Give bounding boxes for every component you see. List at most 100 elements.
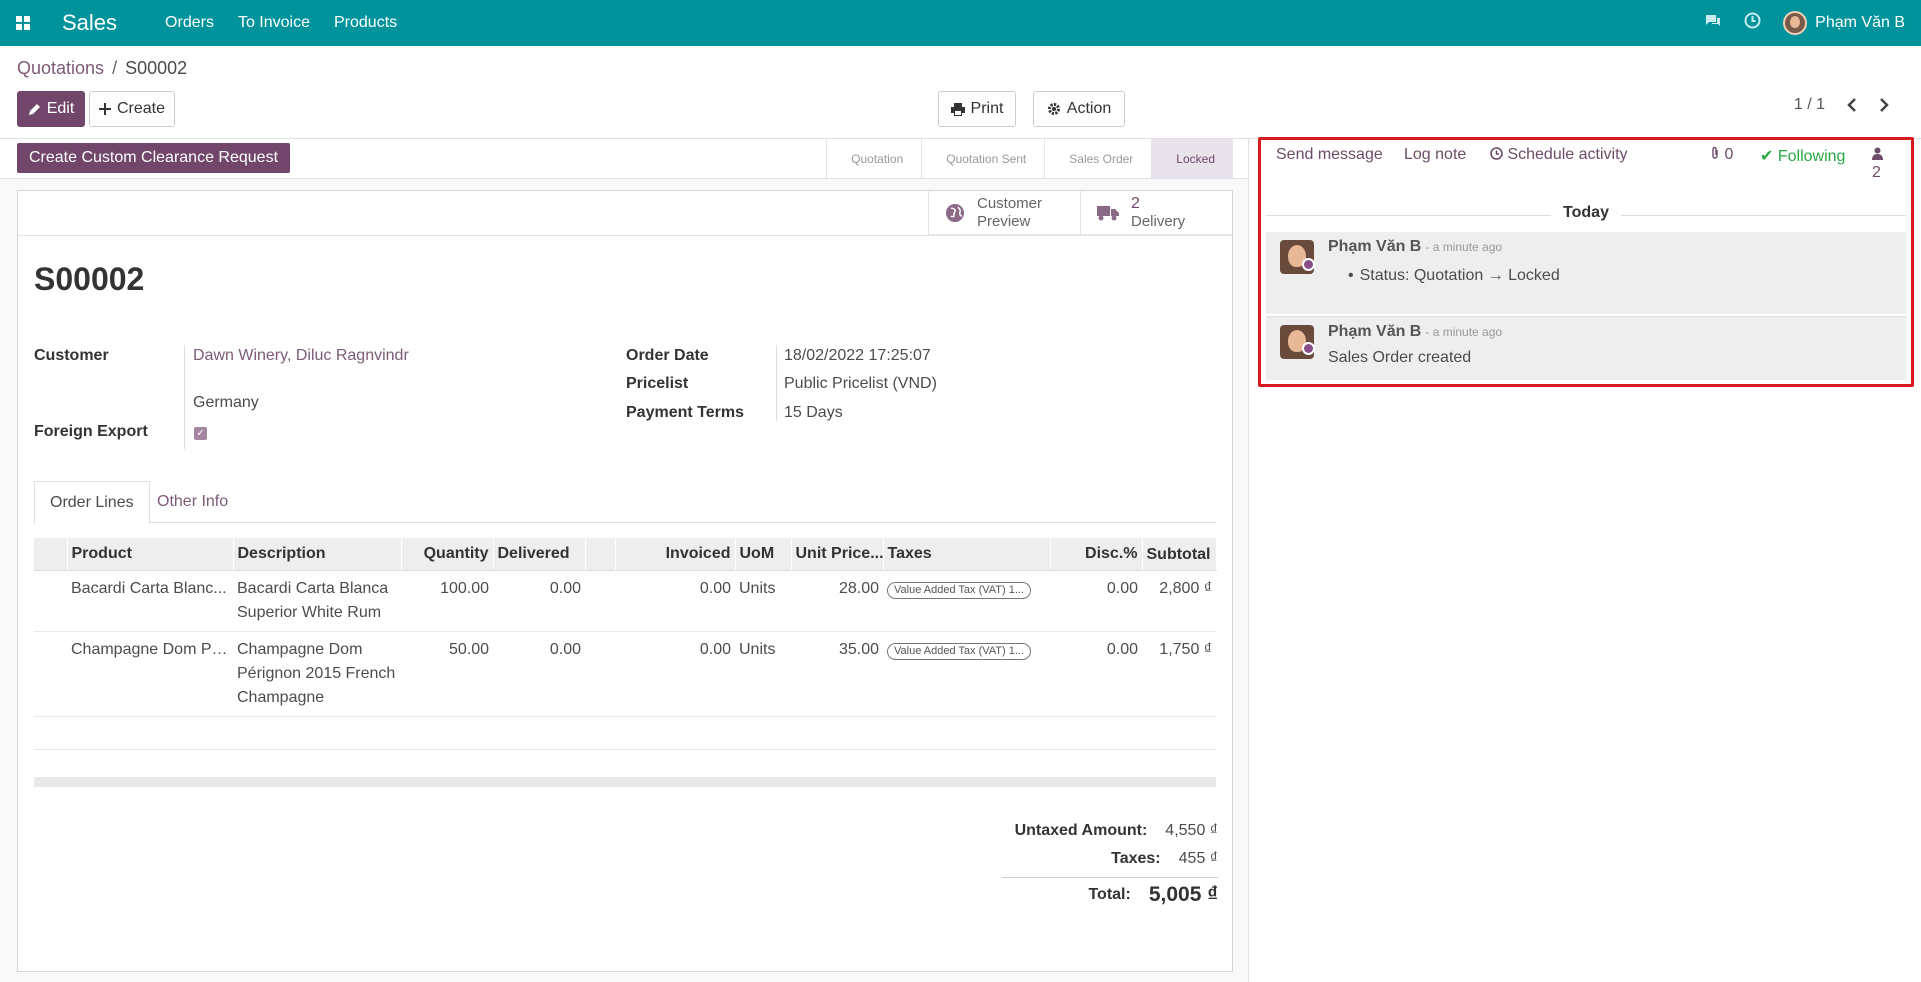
- menu-products[interactable]: Products: [334, 14, 397, 32]
- order-totals: Untaxed Amount: 4,550 ₫ Taxes: 455 ₫ Total…: [1002, 817, 1218, 912]
- gear-icon: [1047, 103, 1060, 115]
- pricelist-value: Public Pricelist (VND): [784, 375, 937, 392]
- delivery-label: Delivery: [1131, 213, 1186, 230]
- pencil-icon: [28, 103, 40, 115]
- breadcrumb-current: S00002: [125, 58, 188, 78]
- table-row[interactable]: Champagne Dom Pé... Champagne Dom Pérign…: [34, 631, 1216, 717]
- cell-subtotal: 2,800 ₫: [1142, 570, 1216, 632]
- order-name: S00002: [34, 261, 145, 297]
- foreign-export-label: Foreign Export: [34, 423, 148, 440]
- customer-preview-button[interactable]: Customer Preview: [928, 191, 1080, 235]
- cell-discount: 0.00: [1050, 570, 1142, 632]
- header-unit-price[interactable]: Unit Price...: [791, 538, 884, 571]
- table-header-row: Product Description Quantity Delivered I…: [34, 538, 1217, 571]
- form-sheet: Customer Preview 2 Delivery S00002 Custo…: [17, 190, 1233, 972]
- order-date-label: Order Date: [626, 347, 709, 364]
- delivery-button[interactable]: 2 Delivery: [1080, 191, 1232, 235]
- header-subtotal[interactable]: Subtotal ⋮: [1142, 538, 1217, 571]
- empty-row: [34, 716, 1216, 750]
- pager-value[interactable]: 1 / 1: [1794, 96, 1825, 114]
- pager: 1 / 1: [1794, 96, 1889, 114]
- chat-icon[interactable]: [1704, 13, 1722, 34]
- user-avatar: [1783, 11, 1808, 35]
- delivery-count: 2: [1131, 195, 1140, 212]
- taxes-label: Taxes:: [1111, 850, 1161, 867]
- cell-discount: 0.00: [1050, 631, 1142, 717]
- cell-delivered: 0.00: [493, 631, 585, 717]
- tax-badge: Value Added Tax (VAT) 1...: [887, 642, 1032, 660]
- header-product[interactable]: Product: [67, 538, 234, 571]
- plus-icon: [98, 103, 111, 115]
- cell-uom: Units: [735, 631, 791, 717]
- payment-terms-label: Payment Terms: [626, 404, 744, 421]
- total-label: Total:: [1088, 886, 1131, 903]
- header-description[interactable]: Description: [233, 538, 402, 571]
- payment-terms-value: 15 Days: [784, 404, 843, 421]
- printer-icon: [950, 102, 965, 116]
- table-row[interactable]: Bacardi Carta Blanc... Bacardi Carta Bla…: [34, 570, 1216, 632]
- customer-preview-line1: Customer: [977, 195, 1043, 212]
- globe-icon: [946, 204, 964, 222]
- table-horizontal-scrollbar[interactable]: [34, 777, 1216, 787]
- header-discount[interactable]: Disc.%: [1050, 538, 1143, 571]
- cell-description: Bacardi Carta Blanca Superior White Rum: [233, 570, 401, 632]
- untaxed-label: Untaxed Amount:: [1014, 822, 1148, 839]
- stage-quotation-sent: Quotation Sent: [921, 139, 1044, 178]
- cell-product: Bacardi Carta Blanc...: [67, 570, 233, 632]
- print-button[interactable]: Print: [938, 91, 1016, 127]
- order-lines-table: Product Description Quantity Delivered I…: [34, 538, 1217, 750]
- app-name[interactable]: Sales: [62, 10, 117, 36]
- menu-orders[interactable]: Orders: [165, 14, 214, 32]
- user-name: Phạm Văn B: [1815, 14, 1905, 31]
- notebook-tabs: Order Lines Other Info: [34, 481, 1216, 524]
- customer-preview-line2: Preview: [977, 213, 1031, 230]
- chevron-right-icon[interactable]: [1879, 98, 1889, 112]
- cell-description: Champagne Dom Pérignon 2015 French Champ…: [233, 631, 401, 717]
- cell-invoiced: 0.00: [615, 570, 735, 632]
- stage-locked: Locked: [1151, 139, 1233, 178]
- cell-unit-price: 35.00: [791, 631, 883, 717]
- cell-invoiced: 0.00: [615, 631, 735, 717]
- apps-grid-icon: [16, 16, 30, 30]
- menu-to-invoice[interactable]: To Invoice: [238, 14, 310, 32]
- taxes-value: 455 ₫: [1178, 850, 1218, 867]
- chevron-left-icon[interactable]: [1847, 98, 1857, 112]
- create-custom-clearance-button[interactable]: Create Custom Clearance Request: [17, 143, 291, 173]
- header-invoiced[interactable]: Invoiced: [615, 538, 736, 571]
- control-panel: Quotations / S00002 Edit Create Print Acti…: [0, 46, 1921, 139]
- breadcrumb: Quotations / S00002: [17, 58, 188, 78]
- header-delivered[interactable]: Delivered: [493, 538, 586, 571]
- cell-quantity: 50.00: [401, 631, 493, 717]
- untaxed-value: 4,550 ₫: [1165, 822, 1218, 839]
- user-menu[interactable]: Phạm Văn B: [1783, 11, 1905, 35]
- tab-other-info[interactable]: Other Info: [142, 481, 243, 523]
- customer-country: Germany: [193, 394, 259, 411]
- header-spacer: [585, 538, 616, 571]
- apps-menu-button[interactable]: [0, 0, 46, 46]
- customer-label: Customer: [34, 347, 109, 364]
- edit-button[interactable]: Edit: [17, 91, 85, 127]
- highlight-box: [1258, 137, 1914, 387]
- cell-uom: Units: [735, 570, 791, 632]
- action-button[interactable]: Action: [1033, 91, 1125, 127]
- smart-button-box: Customer Preview 2 Delivery: [928, 191, 1232, 235]
- cell-product: Champagne Dom Pé...: [67, 631, 233, 717]
- cell-subtotal: 1,750 ₫: [1142, 631, 1216, 717]
- tab-order-lines[interactable]: Order Lines: [34, 481, 150, 524]
- header-quantity[interactable]: Quantity: [401, 538, 494, 571]
- header-handle: [34, 538, 68, 571]
- stage-pipeline: Quotation Quotation Sent Sales Order Loc…: [826, 139, 1233, 178]
- total-value: 5,005 ₫: [1148, 883, 1218, 906]
- header-uom[interactable]: UoM: [735, 538, 792, 571]
- breadcrumb-quotations[interactable]: Quotations: [17, 58, 104, 78]
- customer-link[interactable]: Dawn Winery, Diluc Ragnvindr: [193, 347, 409, 365]
- create-button[interactable]: Create: [89, 91, 175, 127]
- stage-sales-order: Sales Order: [1044, 139, 1151, 178]
- top-navbar: Sales Orders To Invoice Products Phạm Vă…: [0, 0, 1921, 46]
- foreign-export-checkbox[interactable]: ✓: [194, 427, 207, 440]
- clock-icon[interactable]: [1744, 12, 1761, 34]
- header-taxes[interactable]: Taxes: [883, 538, 1051, 571]
- tax-badge: Value Added Tax (VAT) 1...: [887, 581, 1032, 599]
- cell-unit-price: 28.00: [791, 570, 883, 632]
- order-date-value: 18/02/2022 17:25:07: [784, 347, 931, 364]
